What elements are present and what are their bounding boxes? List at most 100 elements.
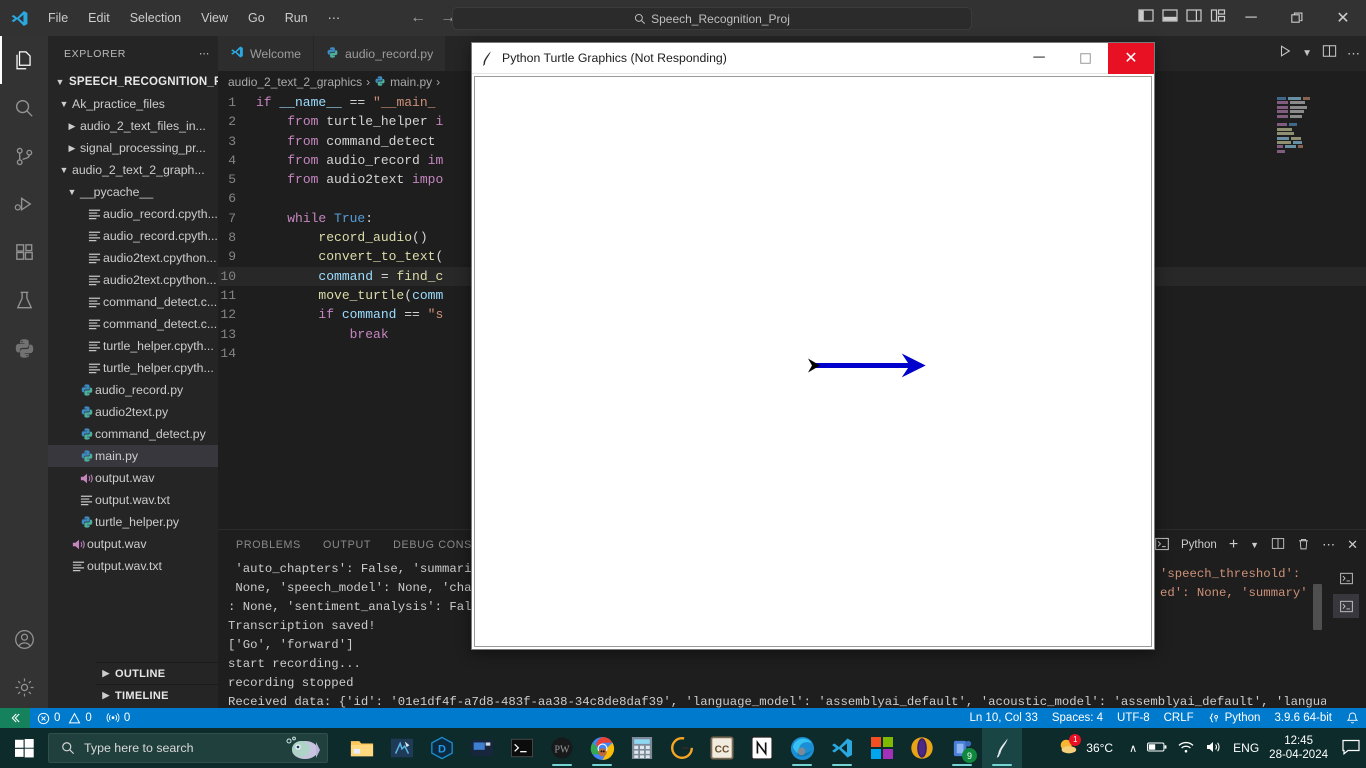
start-button[interactable]: [0, 728, 48, 768]
sidebar-item-extensions[interactable]: [0, 228, 48, 276]
menu-edit[interactable]: Edit: [79, 7, 119, 29]
taskbar-opera[interactable]: [902, 728, 942, 768]
tab-welcome[interactable]: Welcome: [218, 36, 315, 71]
volume-icon[interactable]: [1205, 740, 1223, 757]
taskbar-google-chrome[interactable]: [582, 728, 622, 768]
tree-file[interactable]: turtle_helper.cpyth...: [48, 335, 218, 357]
tab-audio-record-py[interactable]: audio_record.py: [314, 36, 447, 71]
remote-indicator[interactable]: [0, 708, 30, 728]
tree-file[interactable]: command_detect.c...: [48, 291, 218, 313]
menu-run[interactable]: Run: [276, 7, 317, 29]
toggle-secondary-sidebar-icon[interactable]: [1186, 8, 1202, 28]
tree-folder[interactable]: ▼ __pycache__: [48, 181, 218, 203]
menu-go[interactable]: Go: [239, 7, 274, 29]
window-minimize-button[interactable]: ─: [1228, 0, 1274, 36]
chevron-down-icon[interactable]: ▼: [1250, 540, 1259, 550]
tree-file[interactable]: turtle_helper.py: [48, 511, 218, 533]
taskbar-docker[interactable]: D: [422, 728, 462, 768]
status-ports[interactable]: 0: [99, 708, 137, 728]
breadcrumb-file[interactable]: main.py: [390, 75, 432, 89]
sidebar-item-explorer[interactable]: [0, 36, 48, 84]
menu-file[interactable]: File: [39, 7, 77, 29]
add-terminal-icon[interactable]: +: [1229, 536, 1238, 554]
taskbar-search-box[interactable]: Type here to search: [48, 733, 328, 763]
menu-view[interactable]: View: [192, 7, 237, 29]
menu-more[interactable]: ⋯: [319, 7, 350, 29]
taskbar-microsoft-edge[interactable]: [782, 728, 822, 768]
panel-close-icon[interactable]: ✕: [1347, 537, 1358, 553]
panel-more-icon[interactable]: ⋯: [1322, 537, 1335, 553]
tree-file[interactable]: output.wav: [48, 533, 218, 555]
back-icon[interactable]: ←: [410, 9, 426, 27]
status-indentation[interactable]: Spaces: 4: [1045, 708, 1110, 728]
terminal-tab-2[interactable]: [1333, 594, 1359, 618]
taskbar-calculator[interactable]: [622, 728, 662, 768]
status-eol[interactable]: CRLF: [1157, 708, 1201, 728]
tree-file[interactable]: command_detect.py: [48, 423, 218, 445]
menu-selection[interactable]: Selection: [121, 7, 190, 29]
window-restore-button[interactable]: [1274, 0, 1320, 36]
turtle-minimize-button[interactable]: ─: [1016, 43, 1062, 74]
tree-folder[interactable]: ▼ Ak_practice_files: [48, 93, 218, 115]
tree-file[interactable]: audio_record.cpyth...: [48, 225, 218, 247]
taskbar-python-turtle[interactable]: [982, 728, 1022, 768]
taskbar-notion[interactable]: [742, 728, 782, 768]
trash-icon[interactable]: [1297, 537, 1310, 554]
taskbar-grammarly[interactable]: [662, 728, 702, 768]
split-terminal-icon[interactable]: [1271, 537, 1285, 553]
tree-file[interactable]: audio2text.cpython...: [48, 269, 218, 291]
toggle-primary-sidebar-icon[interactable]: [1138, 8, 1154, 28]
terminal-tab-1[interactable]: [1333, 566, 1359, 590]
status-encoding[interactable]: UTF-8: [1110, 708, 1157, 728]
sidebar-item-source-control[interactable]: [0, 132, 48, 180]
manage-settings-button[interactable]: [0, 663, 48, 711]
notification-icon[interactable]: [1342, 739, 1360, 758]
language-indicator[interactable]: ENG: [1233, 741, 1259, 755]
status-language-mode[interactable]: Python: [1201, 708, 1268, 728]
customize-layout-icon[interactable]: [1210, 8, 1226, 28]
turtle-close-button[interactable]: ✕: [1108, 42, 1154, 74]
taskbar-command-prompt[interactable]: [502, 728, 542, 768]
explorer-more-icon[interactable]: ⋯: [199, 48, 210, 60]
battery-icon[interactable]: [1147, 741, 1167, 756]
tree-file[interactable]: output.wav.txt: [48, 555, 218, 577]
taskbar-vscode[interactable]: [822, 728, 862, 768]
tab-output[interactable]: OUTPUT: [323, 539, 371, 551]
taskbar-snip-sketch[interactable]: [382, 728, 422, 768]
tree-file[interactable]: audio_record.py: [48, 379, 218, 401]
taskbar-microsoft-store[interactable]: [862, 728, 902, 768]
split-editor-icon[interactable]: [1322, 44, 1337, 63]
tab-problems[interactable]: PROBLEMS: [236, 539, 301, 551]
tree-folder[interactable]: ▼ audio_2_text_2_graph...: [48, 159, 218, 181]
taskbar-media-player[interactable]: [462, 728, 502, 768]
weather-widget[interactable]: 1 36°C: [1057, 733, 1113, 760]
chevron-down-icon[interactable]: ▼: [1302, 48, 1312, 59]
sidebar-item-search[interactable]: [0, 84, 48, 132]
tree-folder[interactable]: ▶ audio_2_text_files_in...: [48, 115, 218, 137]
turtle-maximize-button[interactable]: [1062, 43, 1108, 74]
status-notifications[interactable]: [1339, 708, 1366, 728]
command-search-bar[interactable]: Speech_Recognition_Proj: [452, 7, 972, 30]
tree-file[interactable]: main.py: [48, 445, 218, 467]
turtle-graphics-window[interactable]: Python Turtle Graphics (Not Responding) …: [471, 42, 1155, 650]
clock[interactable]: 12:45 28-04-2024: [1269, 734, 1328, 762]
taskbar-teams[interactable]: 9: [942, 728, 982, 768]
tree-file[interactable]: output.wav: [48, 467, 218, 489]
tree-file[interactable]: turtle_helper.cpyth...: [48, 357, 218, 379]
tree-file[interactable]: command_detect.c...: [48, 313, 218, 335]
taskbar-physics-wallah[interactable]: PW: [542, 728, 582, 768]
turtle-canvas[interactable]: [474, 76, 1152, 647]
editor-minimap[interactable]: [1274, 97, 1352, 237]
run-icon[interactable]: [1278, 44, 1292, 63]
wifi-icon[interactable]: [1177, 740, 1195, 757]
tree-file[interactable]: output.wav.txt: [48, 489, 218, 511]
sidebar-item-python[interactable]: [0, 324, 48, 372]
taskbar-cc-app[interactable]: CC: [702, 728, 742, 768]
status-interpreter[interactable]: 3.9.6 64-bit: [1267, 708, 1339, 728]
taskbar-file-explorer[interactable]: [342, 728, 382, 768]
sidebar-item-run-debug[interactable]: [0, 180, 48, 228]
status-problems[interactable]: 0 0: [30, 708, 99, 728]
workspace-root-row[interactable]: ▼ SPEECH_RECOGNITION_PR...: [48, 71, 240, 93]
toggle-panel-icon[interactable]: [1162, 8, 1178, 28]
turtle-title-bar[interactable]: Python Turtle Graphics (Not Responding) …: [472, 42, 1154, 74]
